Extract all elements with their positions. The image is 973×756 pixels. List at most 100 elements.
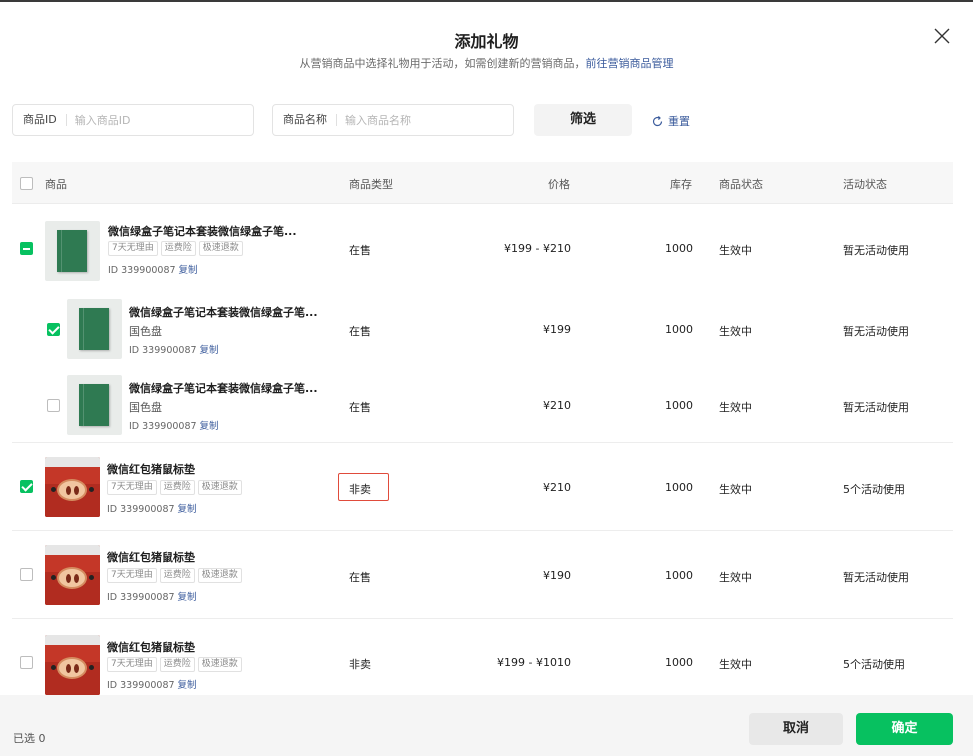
product-tags: 7天无理由 运费险 极速退款 — [108, 241, 243, 256]
product-tags: 7天无理由 运费险 极速退款 — [107, 480, 242, 495]
product-name-input[interactable] — [337, 113, 487, 127]
subtitle-text: 从营销商品中选择礼物用于活动，如需创建新的营销商品， — [299, 57, 586, 70]
product-thumbnail — [45, 635, 100, 695]
product-status: 生效中 — [719, 401, 752, 414]
table-row: 微信红包猪鼠标垫 7天无理由 运费险 极速退款 ID 339900087 复制 在… — [12, 531, 953, 619]
product-spec: 国色盘 — [129, 325, 162, 338]
product-name: 微信红包猪鼠标垫 — [107, 551, 195, 564]
product-name: 微信绿盒子笔记本套装微信绿盒子笔... — [129, 306, 318, 319]
select-all-checkbox[interactable] — [20, 177, 33, 190]
selected-count: 已选 0 — [13, 732, 46, 745]
cancel-button[interactable]: 取消 — [749, 713, 843, 745]
tag: 运费险 — [159, 657, 195, 672]
product-tags: 7天无理由 运费险 极速退款 — [107, 568, 242, 583]
activity-status: 暂无活动使用 — [843, 571, 909, 584]
product-price: ¥199 - ¥210 — [504, 242, 571, 255]
close-icon[interactable] — [932, 26, 952, 46]
product-id-field: 商品ID — [12, 104, 254, 136]
product-type: 在售 — [349, 325, 371, 338]
product-stock: 1000 — [665, 399, 693, 412]
product-thumbnail — [45, 221, 100, 281]
tag: 运费险 — [159, 480, 195, 495]
product-stock: 1000 — [665, 656, 693, 669]
product-thumbnail — [45, 457, 100, 517]
manage-products-link[interactable]: 前往营销商品管理 — [586, 57, 674, 70]
table-subrow: 微信绿盒子笔记本套装微信绿盒子笔... 国色盘 ID 339900087 复制 在… — [12, 367, 953, 443]
copy-link[interactable]: 复制 — [200, 421, 219, 432]
table-header: 商品 商品类型 价格 库存 商品状态 活动状态 — [12, 162, 953, 204]
dialog-subtitle: 从营销商品中选择礼物用于活动，如需创建新的营销商品，前往营销商品管理 — [0, 55, 973, 71]
product-stock: 1000 — [665, 481, 693, 494]
tag: 极速退款 — [198, 241, 243, 256]
add-gift-dialog: 添加礼物 从营销商品中选择礼物用于活动，如需创建新的营销商品，前往营销商品管理 … — [0, 0, 973, 756]
product-id: ID 339900087 复制 — [129, 421, 219, 432]
product-status: 生效中 — [719, 244, 752, 257]
header-type: 商品类型 — [349, 178, 393, 191]
product-id-input[interactable] — [66, 113, 217, 127]
product-thumbnail — [45, 545, 100, 605]
row-checkbox[interactable] — [20, 480, 33, 493]
row-checkbox[interactable] — [20, 656, 33, 669]
table-row: 微信红包猪鼠标垫 7天无理由 运费险 极速退款 ID 339900087 复制 非… — [12, 619, 953, 695]
product-name: 微信红包猪鼠标垫 — [107, 463, 195, 476]
tag: 极速退款 — [197, 568, 242, 583]
tag: 运费险 — [160, 241, 196, 256]
table-row: 微信红包猪鼠标垫 7天无理由 运费险 极速退款 ID 339900087 复制 非… — [12, 443, 953, 531]
product-status: 生效中 — [719, 325, 752, 338]
product-id: ID 339900087 复制 — [107, 680, 197, 691]
confirm-button[interactable]: 确定 — [856, 713, 953, 745]
reset-button[interactable]: 重置 — [651, 113, 690, 129]
activity-status: 5个活动使用 — [843, 483, 905, 496]
product-status: 生效中 — [719, 571, 752, 584]
row-checkbox[interactable] — [20, 568, 33, 581]
product-name: 微信红包猪鼠标垫 — [107, 641, 195, 654]
product-name: 微信绿盒子笔记本套装微信绿盒子笔... — [108, 225, 297, 238]
product-id-label: 商品ID — [13, 114, 67, 126]
activity-status: 5个活动使用 — [843, 658, 905, 671]
activity-status: 暂无活动使用 — [843, 401, 909, 414]
tag: 7天无理由 — [108, 241, 158, 256]
product-price: ¥199 — [543, 323, 571, 336]
product-name-field: 商品名称 — [272, 104, 514, 136]
header-activity-status: 活动状态 — [843, 178, 887, 191]
product-name-label: 商品名称 — [273, 114, 337, 126]
table-subrow: 微信绿盒子笔记本套装微信绿盒子笔... 国色盘 ID 339900087 复制 在… — [12, 291, 953, 367]
dialog-title: 添加礼物 — [454, 32, 519, 51]
tag: 7天无理由 — [107, 657, 157, 672]
copy-link[interactable]: 复制 — [200, 345, 219, 356]
product-price: ¥199 - ¥1010 — [497, 656, 571, 669]
product-thumbnail — [67, 299, 122, 359]
copy-link[interactable]: 复制 — [178, 504, 197, 515]
activity-status: 暂无活动使用 — [843, 325, 909, 338]
product-type: 在售 — [349, 571, 371, 584]
product-type: 在售 — [349, 244, 371, 257]
product-thumbnail — [67, 375, 122, 435]
subrow-checkbox[interactable] — [47, 399, 60, 412]
tag: 7天无理由 — [107, 480, 157, 495]
product-status: 生效中 — [719, 483, 752, 496]
product-id: ID 339900087 复制 — [107, 504, 197, 515]
product-type: 在售 — [349, 401, 371, 414]
product-price: ¥190 — [543, 569, 571, 582]
product-status: 生效中 — [719, 658, 752, 671]
product-type: 非卖 — [349, 658, 371, 671]
copy-link[interactable]: 复制 — [178, 680, 197, 691]
copy-link[interactable]: 复制 — [179, 265, 198, 276]
tag: 极速退款 — [197, 480, 242, 495]
product-name: 微信绿盒子笔记本套装微信绿盒子笔... — [129, 382, 318, 395]
header-price: 价格 — [548, 178, 570, 191]
product-stock: 1000 — [665, 569, 693, 582]
product-price: ¥210 — [543, 481, 571, 494]
header-product-status: 商品状态 — [719, 178, 763, 191]
product-spec: 国色盘 — [129, 401, 162, 414]
product-stock: 1000 — [665, 323, 693, 336]
tag: 极速退款 — [197, 657, 242, 672]
copy-link[interactable]: 复制 — [178, 592, 197, 603]
row-checkbox[interactable] — [20, 242, 33, 255]
tag: 7天无理由 — [107, 568, 157, 583]
filter-button[interactable]: 筛选 — [534, 104, 632, 136]
product-price: ¥210 — [543, 399, 571, 412]
subrow-checkbox[interactable] — [47, 323, 60, 336]
refresh-icon — [652, 115, 663, 126]
activity-status: 暂无活动使用 — [843, 244, 909, 257]
